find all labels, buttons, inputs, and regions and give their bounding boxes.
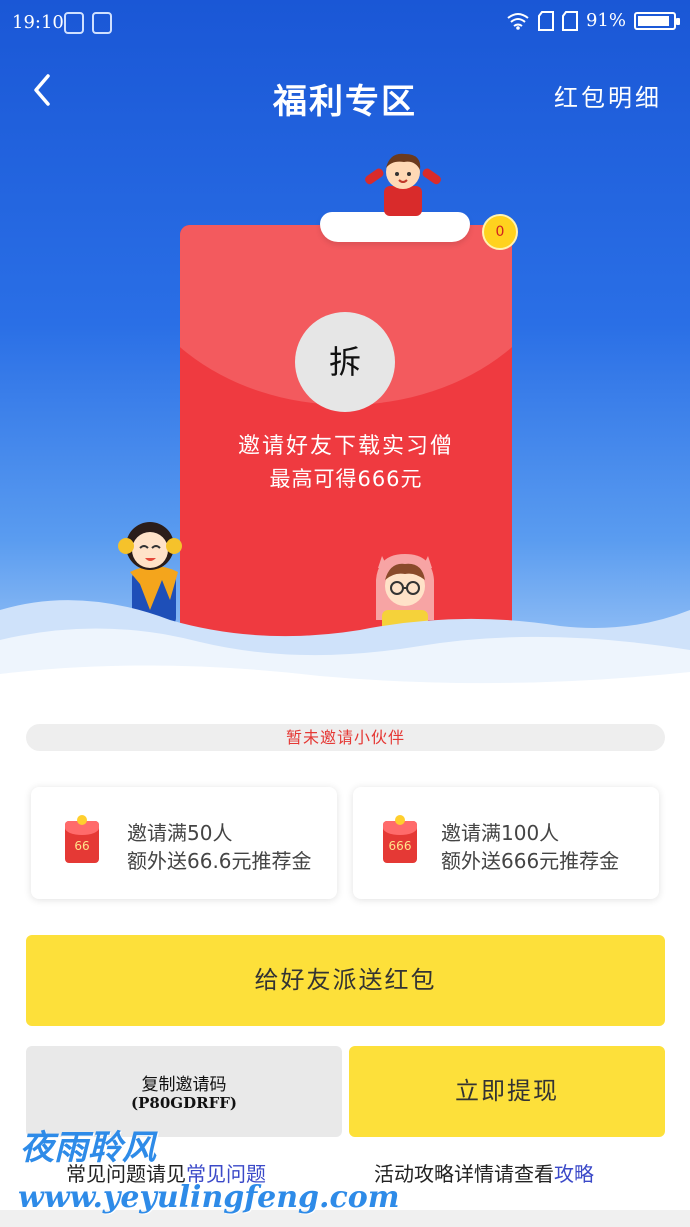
notification-icon [64,12,84,34]
open-envelope-button[interactable]: 拆 [295,312,395,412]
reward-bonus: 额外送666元推荐金 [441,849,620,873]
hero-banner: 19:10 91% 福利专区 红包明细 0 拆 邀请好友下载实习僧 最高可得66… [0,0,690,720]
send-red-packet-button[interactable]: 给好友派送红包 [26,935,665,1026]
reward-card-100: 666 邀请满100人 额外送666元推荐金 [353,787,659,899]
screenshot-icon [92,12,112,34]
guide-prefix: 活动攻略详情请查看 [374,1162,554,1186]
red-packet-detail-link[interactable]: 红包明细 [554,78,662,113]
nav-bar: 福利专区 红包明细 [0,50,690,140]
withdraw-button[interactable]: 立即提现 [349,1046,665,1137]
snow-ground [0,600,690,720]
red-packet-icon-value: 666 [388,839,412,853]
status-bar: 19:10 91% [0,0,690,46]
red-packet-icon: 666 [383,815,417,863]
invite-progress-bar: 暂未邀请小伙伴 [26,724,665,751]
copy-invite-code-label: 复制邀请码 [141,1075,227,1095]
sim2-icon [561,10,578,31]
invite-count-badge: 0 [482,214,518,250]
reward-title: 邀请满100人 [441,821,560,845]
wifi-icon [507,12,529,30]
red-packet-icon: 66 [65,815,99,863]
status-time: 19:10 [12,12,64,33]
boy-illustration [365,153,441,216]
reward-bonus: 额外送66.6元推荐金 [127,849,312,873]
reward-title: 邀请满50人 [127,821,233,845]
red-packet-icon-value: 66 [74,839,90,853]
sim1-icon [537,10,554,31]
watermark-url: www.yeyulingfeng.com [18,1180,400,1215]
battery-percent: 91% [585,10,626,31]
guide-link[interactable]: 攻略 [554,1162,594,1186]
envelope-headline: 邀请好友下载实习僧 [237,434,454,459]
reward-card-50: 66 邀请满50人 额外送66.6元推荐金 [31,787,337,899]
invite-code-value: (P80GDRFF) [131,1094,237,1112]
envelope-subline: 最高可得666元 [269,467,423,491]
guide-note: 活动攻略详情请查看攻略 [374,1158,594,1187]
battery-icon [634,11,680,30]
battery-fill [638,15,669,26]
status-right: 91% [506,10,680,31]
